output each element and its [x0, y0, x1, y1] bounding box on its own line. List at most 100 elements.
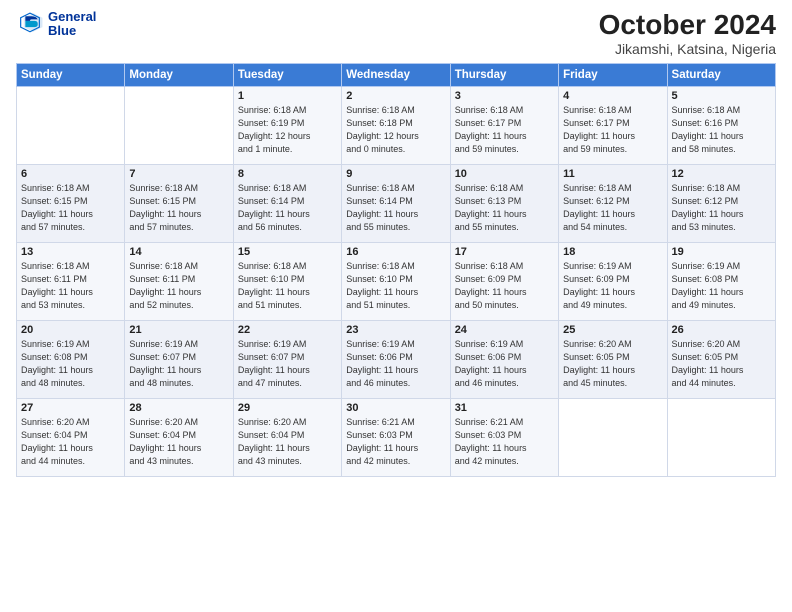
logo-line2: Blue [48, 24, 96, 38]
calendar-day-cell: 30 Sunrise: 6:21 AM Sunset: 6:03 PM Dayli… [342, 398, 450, 476]
day-number: 21 [129, 324, 228, 336]
calendar-week-row: 20 Sunrise: 6:19 AM Sunset: 6:08 PM Dayli… [17, 320, 776, 398]
day-number: 11 [563, 168, 662, 180]
day-number: 12 [672, 168, 771, 180]
calendar-day-header: Saturday [667, 63, 775, 86]
calendar-day-cell: 31 Sunrise: 6:21 AM Sunset: 6:03 PM Dayli… [450, 398, 558, 476]
calendar-day-cell [559, 398, 667, 476]
calendar-day-cell: 6 Sunrise: 6:18 AM Sunset: 6:15 PM Daylig… [17, 164, 125, 242]
day-info: Sunrise: 6:20 AM Sunset: 6:04 PM Dayligh… [238, 416, 337, 468]
calendar-day-cell: 21 Sunrise: 6:19 AM Sunset: 6:07 PM Dayli… [125, 320, 233, 398]
calendar-day-cell: 24Sunrise: 6:19 AM Sunset: 6:06 PM Dayli… [450, 320, 558, 398]
calendar-day-cell: 26Sunrise: 6:20 AM Sunset: 6:05 PM Dayli… [667, 320, 775, 398]
day-info: Sunrise: 6:18 AM Sunset: 6:12 PM Dayligh… [563, 182, 662, 234]
calendar-day-cell [17, 86, 125, 164]
calendar-day-cell: 5Sunrise: 6:18 AM Sunset: 6:16 PM Daylig… [667, 86, 775, 164]
day-info: Sunrise: 6:18 AM Sunset: 6:14 PM Dayligh… [238, 182, 337, 234]
day-info: Sunrise: 6:18 AM Sunset: 6:19 PM Dayligh… [238, 104, 337, 156]
day-number: 29 [238, 402, 337, 414]
calendar-day-cell: 1 Sunrise: 6:18 AM Sunset: 6:19 PM Daylig… [233, 86, 341, 164]
day-info: Sunrise: 6:18 AM Sunset: 6:12 PM Dayligh… [672, 182, 771, 234]
day-info: Sunrise: 6:21 AM Sunset: 6:03 PM Dayligh… [455, 416, 554, 468]
day-info: Sunrise: 6:18 AM Sunset: 6:10 PM Dayligh… [346, 260, 445, 312]
calendar-day-cell: 3 Sunrise: 6:18 AM Sunset: 6:17 PM Daylig… [450, 86, 558, 164]
day-number: 31 [455, 402, 554, 414]
day-info: Sunrise: 6:18 AM Sunset: 6:09 PM Dayligh… [455, 260, 554, 312]
page: General Blue October 2024 Jikamshi, Kats… [0, 0, 792, 612]
day-number: 13 [21, 246, 120, 258]
calendar-day-cell: 16 Sunrise: 6:18 AM Sunset: 6:10 PM Dayli… [342, 242, 450, 320]
day-number: 17 [455, 246, 554, 258]
page-title: October 2024 [599, 10, 776, 41]
day-info: Sunrise: 6:20 AM Sunset: 6:04 PM Dayligh… [129, 416, 228, 468]
day-number: 28 [129, 402, 228, 414]
day-info: Sunrise: 6:19 AM Sunset: 6:07 PM Dayligh… [238, 338, 337, 390]
calendar-table: SundayMondayTuesdayWednesdayThursdayFrid… [16, 63, 776, 477]
calendar-day-cell: 17 Sunrise: 6:18 AM Sunset: 6:09 PM Dayli… [450, 242, 558, 320]
day-info: Sunrise: 6:21 AM Sunset: 6:03 PM Dayligh… [346, 416, 445, 468]
calendar-week-row: 13 Sunrise: 6:18 AM Sunset: 6:11 PM Dayli… [17, 242, 776, 320]
day-number: 1 [238, 90, 337, 102]
day-number: 3 [455, 90, 554, 102]
day-info: Sunrise: 6:18 AM Sunset: 6:10 PM Dayligh… [238, 260, 337, 312]
logo-text: General Blue [48, 10, 96, 39]
title-block: October 2024 Jikamshi, Katsina, Nigeria [599, 10, 776, 57]
calendar-day-cell [667, 398, 775, 476]
page-subtitle: Jikamshi, Katsina, Nigeria [599, 41, 776, 57]
calendar-day-cell: 4 Sunrise: 6:18 AM Sunset: 6:17 PM Daylig… [559, 86, 667, 164]
day-info: Sunrise: 6:18 AM Sunset: 6:17 PM Dayligh… [563, 104, 662, 156]
calendar-day-cell: 15 Sunrise: 6:18 AM Sunset: 6:10 PM Dayli… [233, 242, 341, 320]
header: General Blue October 2024 Jikamshi, Kats… [16, 10, 776, 57]
calendar-week-row: 6 Sunrise: 6:18 AM Sunset: 6:15 PM Daylig… [17, 164, 776, 242]
day-info: Sunrise: 6:20 AM Sunset: 6:04 PM Dayligh… [21, 416, 120, 468]
calendar-day-cell: 18Sunrise: 6:19 AM Sunset: 6:09 PM Dayli… [559, 242, 667, 320]
day-number: 5 [672, 90, 771, 102]
logo-line1: General [48, 10, 96, 24]
calendar-day-header: Tuesday [233, 63, 341, 86]
calendar-day-cell: 9 Sunrise: 6:18 AM Sunset: 6:14 PM Daylig… [342, 164, 450, 242]
calendar-day-cell: 14Sunrise: 6:18 AM Sunset: 6:11 PM Dayli… [125, 242, 233, 320]
calendar-header-row: SundayMondayTuesdayWednesdayThursdayFrid… [17, 63, 776, 86]
day-number: 24 [455, 324, 554, 336]
calendar-day-cell: 19Sunrise: 6:19 AM Sunset: 6:08 PM Dayli… [667, 242, 775, 320]
day-number: 20 [21, 324, 120, 336]
calendar-day-cell: 12 Sunrise: 6:18 AM Sunset: 6:12 PM Dayli… [667, 164, 775, 242]
calendar-week-row: 1 Sunrise: 6:18 AM Sunset: 6:19 PM Daylig… [17, 86, 776, 164]
day-info: Sunrise: 6:18 AM Sunset: 6:17 PM Dayligh… [455, 104, 554, 156]
calendar-day-cell: 13Sunrise: 6:18 AM Sunset: 6:11 PM Dayli… [17, 242, 125, 320]
day-info: Sunrise: 6:18 AM Sunset: 6:15 PM Dayligh… [21, 182, 120, 234]
calendar-day-header: Monday [125, 63, 233, 86]
day-info: Sunrise: 6:19 AM Sunset: 6:07 PM Dayligh… [129, 338, 228, 390]
calendar-day-cell: 2Sunrise: 6:18 AM Sunset: 6:18 PM Daylig… [342, 86, 450, 164]
day-info: Sunrise: 6:18 AM Sunset: 6:15 PM Dayligh… [129, 182, 228, 234]
day-info: Sunrise: 6:19 AM Sunset: 6:08 PM Dayligh… [21, 338, 120, 390]
calendar-day-cell: 8 Sunrise: 6:18 AM Sunset: 6:14 PM Daylig… [233, 164, 341, 242]
day-info: Sunrise: 6:18 AM Sunset: 6:11 PM Dayligh… [129, 260, 228, 312]
day-info: Sunrise: 6:20 AM Sunset: 6:05 PM Dayligh… [563, 338, 662, 390]
calendar-day-header: Sunday [17, 63, 125, 86]
calendar-day-cell: 11 Sunrise: 6:18 AM Sunset: 6:12 PM Dayli… [559, 164, 667, 242]
calendar-day-cell: 28 Sunrise: 6:20 AM Sunset: 6:04 PM Dayli… [125, 398, 233, 476]
logo-icon [16, 10, 44, 38]
day-number: 6 [21, 168, 120, 180]
day-number: 25 [563, 324, 662, 336]
day-number: 27 [21, 402, 120, 414]
calendar-day-cell [125, 86, 233, 164]
day-number: 15 [238, 246, 337, 258]
day-info: Sunrise: 6:19 AM Sunset: 6:09 PM Dayligh… [563, 260, 662, 312]
calendar-day-cell: 23Sunrise: 6:19 AM Sunset: 6:06 PM Dayli… [342, 320, 450, 398]
day-number: 9 [346, 168, 445, 180]
calendar-day-header: Thursday [450, 63, 558, 86]
calendar-day-cell: 7Sunrise: 6:18 AM Sunset: 6:15 PM Daylig… [125, 164, 233, 242]
day-info: Sunrise: 6:19 AM Sunset: 6:08 PM Dayligh… [672, 260, 771, 312]
calendar-day-cell: 29 Sunrise: 6:20 AM Sunset: 6:04 PM Dayli… [233, 398, 341, 476]
day-info: Sunrise: 6:18 AM Sunset: 6:18 PM Dayligh… [346, 104, 445, 156]
day-info: Sunrise: 6:18 AM Sunset: 6:14 PM Dayligh… [346, 182, 445, 234]
day-number: 8 [238, 168, 337, 180]
calendar-day-cell: 22Sunrise: 6:19 AM Sunset: 6:07 PM Dayli… [233, 320, 341, 398]
day-number: 16 [346, 246, 445, 258]
day-info: Sunrise: 6:20 AM Sunset: 6:05 PM Dayligh… [672, 338, 771, 390]
day-number: 4 [563, 90, 662, 102]
day-number: 30 [346, 402, 445, 414]
logo: General Blue [16, 10, 96, 39]
